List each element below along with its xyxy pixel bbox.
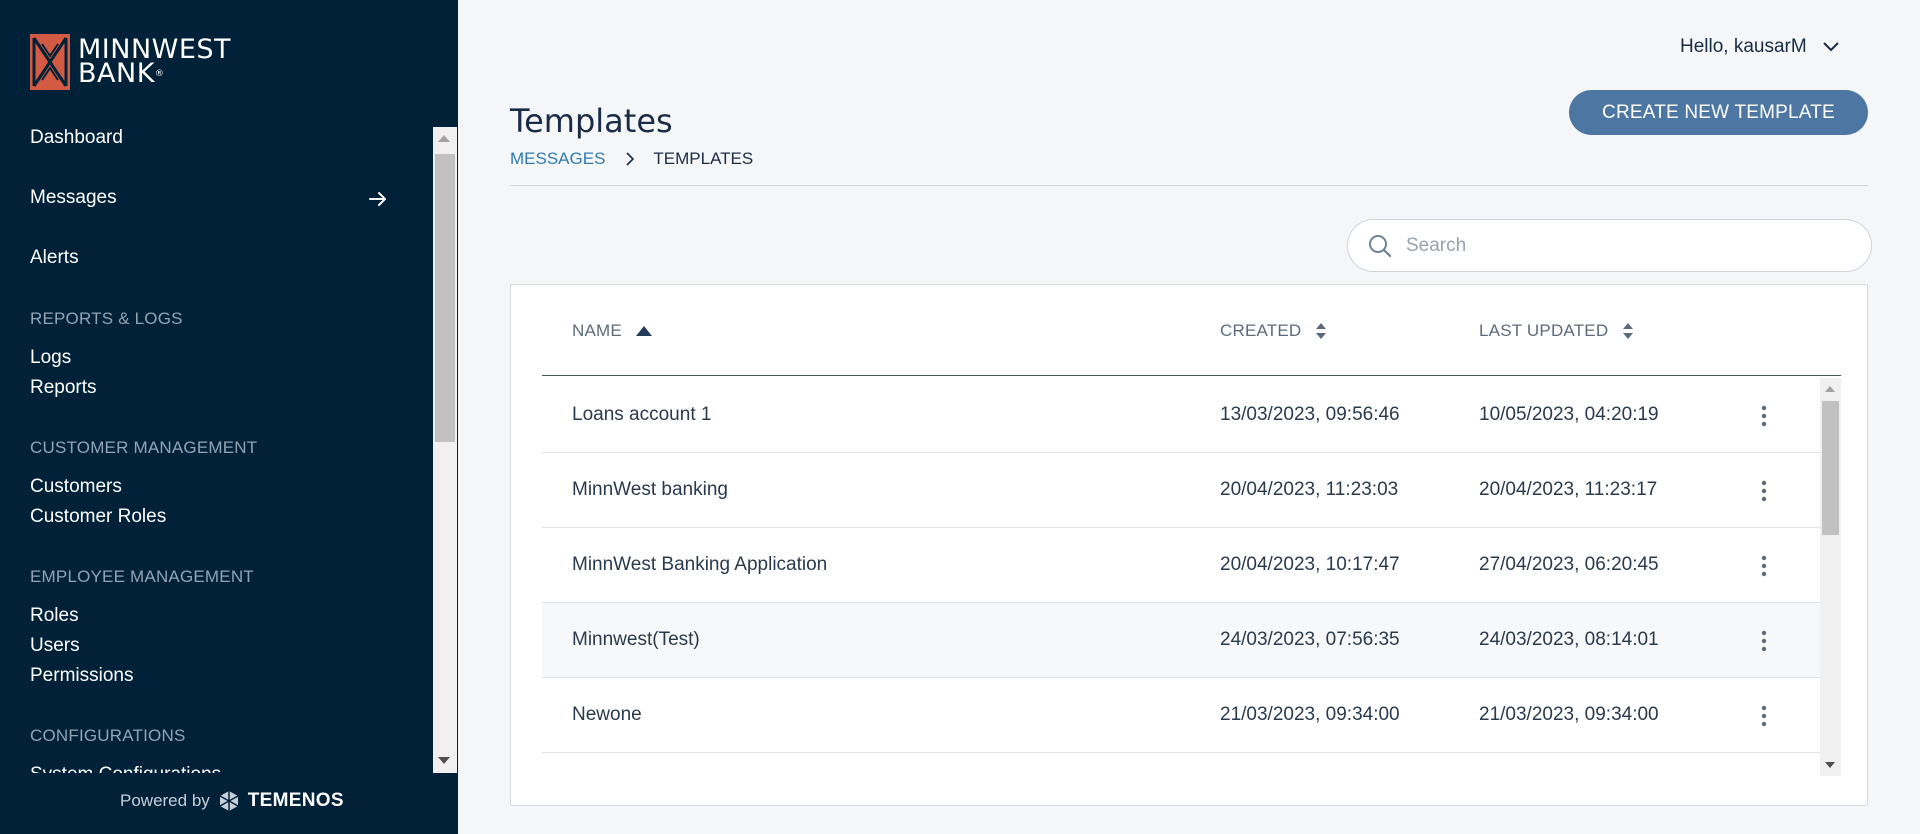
section-reports-logs: REPORTS & LOGS [30,309,183,328]
sidebar-scroll-up-icon[interactable] [438,135,450,142]
sidebar-item-system-configurations[interactable]: System Configurations [30,764,221,773]
more-options-icon[interactable] [1761,705,1767,727]
sidebar-item-users[interactable]: Users [30,635,80,657]
search-box[interactable] [1347,219,1872,272]
row-created: 24/03/2023, 07:56:35 [1220,629,1400,650]
row-created: 20/04/2023, 11:23:03 [1220,479,1399,500]
arrow-right-icon [369,192,386,206]
row-name: MinnWest Banking Application [572,554,828,575]
row-updated: 27/04/2023, 06:20:45 [1479,554,1659,575]
temenos-brand: TEMENOS [247,790,344,811]
minnwest-logo-mark-icon [30,34,70,90]
row-name: Loans account 1 [572,404,712,425]
column-header-name[interactable]: NAME [572,321,652,341]
logo-line2: BANK [78,58,155,89]
breadcrumb-current: TEMPLATES [653,149,754,168]
table-row[interactable]: Loans account 1 13/03/2023, 09:56:46 10/… [542,378,1820,453]
sort-icon[interactable] [1315,323,1327,339]
row-updated: 24/03/2023, 08:14:01 [1479,629,1659,650]
page-title: Templates [510,102,673,140]
sidebar-item-customer-roles[interactable]: Customer Roles [30,506,166,528]
sidebar-scrollbar-thumb[interactable] [435,154,455,442]
row-updated: 21/03/2023, 09:34:00 [1479,704,1659,725]
minnwest-logo[interactable]: MINNWEST BANK® [30,34,231,90]
powered-by-label: Powered by [120,791,210,810]
table-row[interactable]: MinnWest Banking Application 20/04/2023,… [542,528,1820,603]
sidebar: MINNWEST BANK® Dashboard Messages Alerts… [0,0,458,834]
chevron-right-icon [626,152,635,166]
sidebar-item-logs[interactable]: Logs [30,347,71,369]
create-new-template-button[interactable]: CREATE NEW TEMPLATE [1569,90,1868,135]
more-options-icon[interactable] [1761,555,1767,577]
more-options-icon[interactable] [1761,405,1767,427]
more-options-icon[interactable] [1761,480,1767,502]
breadcrumb-messages-link[interactable]: MESSAGES [510,149,605,169]
column-header-last-updated[interactable]: LAST UPDATED [1479,321,1634,341]
sidebar-item-messages[interactable]: Messages [30,187,117,209]
sidebar-item-customers[interactable]: Customers [30,476,122,498]
row-name: Minnwest(Test) [572,629,700,650]
section-employee-management: EMPLOYEE MANAGEMENT [30,567,254,586]
sidebar-item-roles[interactable]: Roles [30,605,79,627]
header-divider [510,185,1868,186]
column-header-created[interactable]: CREATED [1220,321,1327,341]
sidebar-scroll-down-icon[interactable] [438,757,450,764]
logo-registered: ® [154,69,165,79]
column-header-created-label: CREATED [1220,321,1302,340]
sidebar-item-permissions[interactable]: Permissions [30,665,133,687]
row-name: Newone [572,704,642,725]
row-created: 21/03/2023, 09:34:00 [1220,704,1400,725]
section-configurations: CONFIGURATIONS [30,726,186,745]
table-row[interactable]: Newone 21/03/2023, 09:34:00 21/03/2023, … [542,678,1820,753]
table-header-divider [542,375,1841,376]
breadcrumb: MESSAGES TEMPLATES [510,149,753,169]
logo-wordmark: MINNWEST BANK® [78,36,231,89]
search-input[interactable] [1406,234,1826,257]
row-updated: 20/04/2023, 11:23:17 [1479,479,1658,500]
user-greeting: Hello, kausarM [1680,36,1807,57]
more-options-icon[interactable] [1761,630,1767,652]
column-header-last-updated-label: LAST UPDATED [1479,321,1609,340]
sidebar-item-alerts[interactable]: Alerts [30,247,79,269]
sidebar-item-dashboard[interactable]: Dashboard [30,127,123,149]
row-created: 13/03/2023, 09:56:46 [1220,404,1400,425]
table-body[interactable]: Loans account 1 13/03/2023, 09:56:46 10/… [542,378,1820,754]
chevron-down-icon [1823,42,1839,52]
table-scroll-down-icon[interactable] [1825,762,1835,768]
templates-table: NAME CREATED LAST UPDATED Loans account … [510,284,1868,806]
sort-icon[interactable] [1622,323,1634,339]
table-scrollbar-thumb[interactable] [1822,401,1839,535]
table-scroll-up-icon[interactable] [1825,386,1835,392]
search-icon [1369,234,1392,257]
table-row[interactable]: MinnWest banking 20/04/2023, 11:23:03 20… [542,453,1820,528]
temenos-globe-icon [219,791,239,811]
section-customer-management: CUSTOMER MANAGEMENT [30,438,258,457]
table-row[interactable]: Minnwest(Test) 24/03/2023, 07:56:35 24/0… [542,603,1820,678]
sidebar-nav: Dashboard Messages Alerts REPORTS & LOGS… [0,127,458,773]
row-name: MinnWest banking [572,479,728,500]
row-updated: 10/05/2023, 04:20:19 [1479,404,1659,425]
sort-ascending-icon[interactable] [635,326,652,336]
row-created: 20/04/2023, 10:17:47 [1220,554,1400,575]
powered-by: Powered by TEMENOS [120,790,344,812]
user-menu[interactable]: Hello, kausarM [1680,36,1839,58]
column-header-name-label: NAME [572,321,622,340]
sidebar-item-reports[interactable]: Reports [30,377,97,399]
